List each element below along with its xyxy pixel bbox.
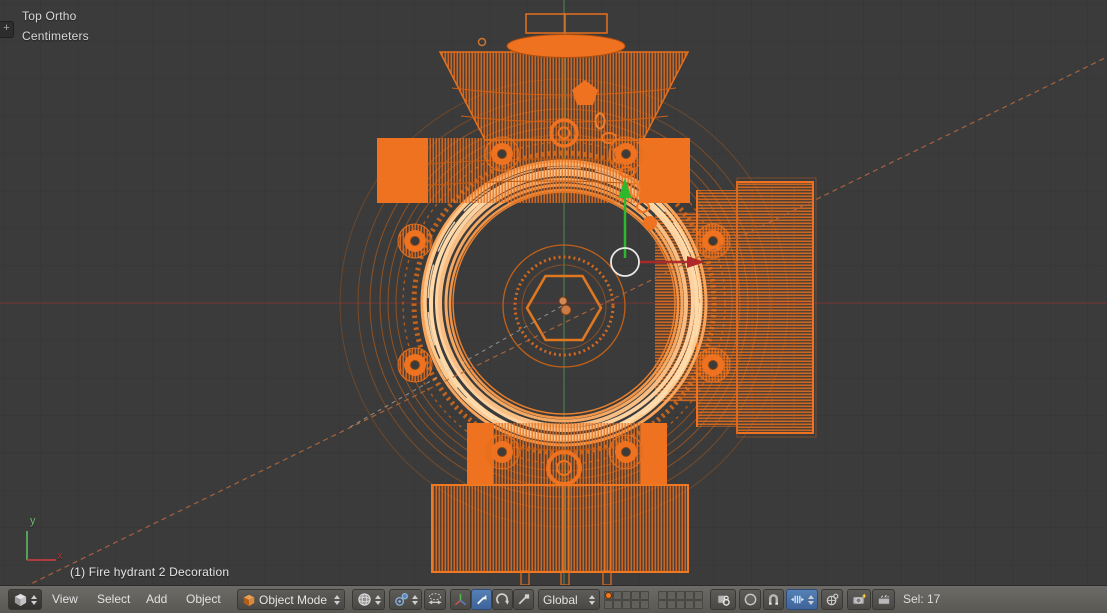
- gizmo-x-label: x: [57, 550, 63, 562]
- layer-cell[interactable]: [676, 591, 685, 600]
- lock-camera-to-view-icon: [717, 594, 730, 606]
- layer-cell[interactable]: [676, 600, 685, 609]
- clapperboard-icon: [877, 594, 890, 605]
- opengl-render-animation-button[interactable]: [872, 589, 895, 610]
- layer-cell[interactable]: [667, 600, 676, 609]
- snap-target-icon: [826, 593, 838, 606]
- spinner-arrows: [334, 594, 340, 605]
- menu-add[interactable]: Add: [146, 592, 167, 606]
- view-name-label: Top Ortho: [22, 9, 77, 23]
- manipulator-translate-button[interactable]: [471, 589, 492, 610]
- opengl-render-image-button[interactable]: [847, 589, 871, 610]
- menu-view[interactable]: View: [52, 592, 78, 606]
- spinner-arrows: [374, 594, 381, 605]
- units-label: Centimeters: [22, 29, 89, 43]
- layer-cell[interactable]: [685, 591, 694, 600]
- snap-increment-icon: [790, 595, 805, 604]
- spinner-arrows: [589, 594, 595, 605]
- viewport-header: View Select Add Object Object Mode Globa…: [0, 585, 1107, 613]
- layer-cell[interactable]: [694, 600, 703, 609]
- rotate-arc-icon: [496, 593, 509, 605]
- layer-cell[interactable]: [631, 591, 640, 600]
- selection-count: Sel: 17: [903, 592, 941, 606]
- snap-target-dropdown[interactable]: [821, 589, 843, 610]
- layer-cell[interactable]: [667, 591, 676, 600]
- manipulate-center-points-icon: [428, 593, 442, 605]
- spinner-arrows: [31, 594, 37, 605]
- orientation-label: Global: [543, 592, 578, 607]
- blender-window: Top Ortho Centimeters (1) Fire hydrant 2…: [0, 0, 1107, 613]
- layer-cell[interactable]: [613, 600, 622, 609]
- layers-group-1: [604, 591, 649, 609]
- manipulator-rotate-button[interactable]: [492, 589, 513, 610]
- pivot-point-dropdown[interactable]: [389, 589, 422, 610]
- layer-cell[interactable]: [622, 591, 631, 600]
- layer-cell[interactable]: [604, 600, 613, 609]
- viewport-shading-sphere-icon: [357, 593, 371, 606]
- snap-element-dropdown[interactable]: [786, 589, 818, 610]
- menu-select[interactable]: Select: [97, 592, 130, 606]
- proportional-edit-dropdown[interactable]: [739, 589, 761, 610]
- manipulate-center-points-toggle[interactable]: [424, 589, 446, 610]
- transform-orientation-dropdown[interactable]: Global: [538, 589, 600, 610]
- layer-cell[interactable]: [613, 591, 622, 600]
- viewport-canvas[interactable]: [0, 0, 1107, 585]
- gizmo-y-label: y: [30, 515, 36, 527]
- pivot-point-icon: [394, 593, 408, 606]
- layers-group-2: [658, 591, 703, 609]
- active-object-status: (1) Fire hydrant 2 Decoration: [70, 565, 230, 579]
- layer-cell[interactable]: [640, 600, 649, 609]
- mode-dropdown[interactable]: Object Mode: [237, 589, 345, 610]
- layer-cell-active[interactable]: [604, 591, 613, 600]
- layer-cell[interactable]: [622, 600, 631, 609]
- layer-cell[interactable]: [685, 600, 694, 609]
- scale-arrow-icon: [518, 594, 530, 605]
- layer-cell[interactable]: [640, 591, 649, 600]
- menu-object[interactable]: Object: [186, 592, 221, 606]
- proportional-edit-circle-icon: [744, 593, 756, 606]
- camera-render-icon: [852, 593, 867, 605]
- mode-dropdown-label: Object Mode: [259, 592, 328, 607]
- spinner-arrows: [411, 594, 418, 605]
- layer-cell[interactable]: [658, 591, 667, 600]
- 3d-viewport-editor-icon: [14, 593, 27, 607]
- spinner-arrows: [808, 594, 814, 605]
- object-mode-cube-icon: [243, 594, 255, 606]
- layer-cell[interactable]: [694, 591, 703, 600]
- bottom-outlet-assembly: [431, 423, 689, 585]
- axis-tripod-icon: [454, 593, 467, 606]
- layer-cell[interactable]: [658, 600, 667, 609]
- viewport-shading-dropdown[interactable]: [352, 589, 385, 610]
- manipulator-toggle-button[interactable]: [450, 589, 471, 610]
- layer-object-dot: [605, 592, 612, 599]
- lock-to-scene-button[interactable]: [710, 589, 736, 610]
- manipulator-scale-button[interactable]: [513, 589, 534, 610]
- magnet-icon: [769, 594, 778, 605]
- region-expand-tab[interactable]: +: [0, 21, 14, 38]
- editor-type-dropdown[interactable]: [8, 589, 42, 610]
- translate-arrow-icon: [477, 594, 487, 605]
- 3d-viewport[interactable]: Top Ortho Centimeters (1) Fire hydrant 2…: [0, 0, 1107, 585]
- layer-cell[interactable]: [631, 600, 640, 609]
- snap-toggle-button[interactable]: [763, 589, 784, 610]
